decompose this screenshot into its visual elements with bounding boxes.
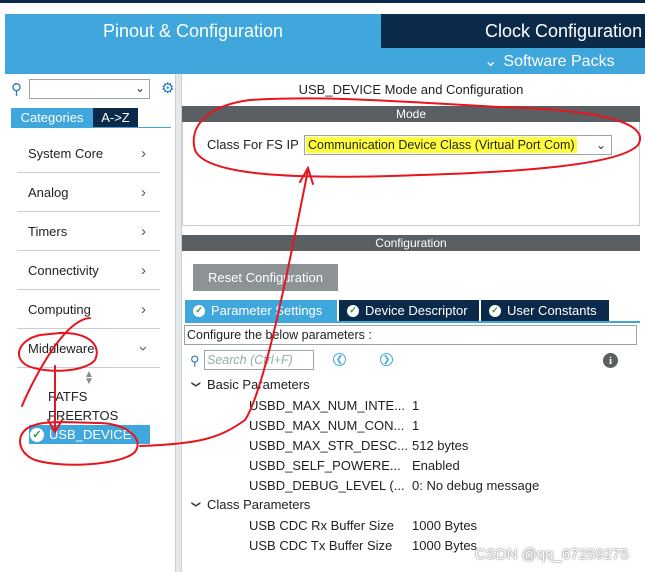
configuration-section-header: Configuration [182, 235, 640, 251]
search-dropdown[interactable]: ⌄ [29, 79, 150, 99]
sort-icon[interactable]: ▲ ▼ [84, 370, 94, 387]
expand-icon: ❯ [191, 380, 202, 389]
expand-icon: ❯ [191, 500, 202, 509]
configure-parameters-text: Configure the below parameters : [184, 325, 637, 345]
tab-categories[interactable]: Categories [11, 108, 93, 127]
reset-configuration-button[interactable]: Reset Configuration [193, 264, 338, 291]
category-system-core[interactable]: System Core › [17, 135, 160, 173]
gear-icon[interactable]: ⚙ [161, 79, 174, 97]
group-basic-parameters[interactable]: ❯ Basic Parameters [190, 377, 310, 392]
tab-parameter-settings[interactable]: ✓ Parameter Settings [185, 300, 337, 321]
param-value[interactable]: 1000 Bytes [412, 538, 477, 553]
software-packs-label: Software Packs [503, 53, 615, 70]
param-name[interactable]: USBD_MAX_NUM_CON... [249, 418, 404, 433]
param-name[interactable]: USBD_DEBUG_LEVEL (... [249, 478, 405, 493]
tab-label: Device Descriptor [365, 303, 468, 318]
previous-result-icon[interactable]: ❮ [333, 353, 346, 366]
param-value[interactable]: 512 bytes [412, 438, 468, 453]
category-computing[interactable]: Computing › [17, 291, 160, 329]
chevron-right-icon: › [141, 223, 146, 240]
parameter-search-input[interactable]: Search (Ctrl+F) [204, 350, 314, 370]
info-icon[interactable]: i [603, 353, 618, 368]
tab-clock-configuration[interactable]: Clock Configuration [381, 14, 645, 48]
category-label: Middleware [28, 341, 95, 356]
tab-pinout-configuration[interactable]: Pinout & Configuration [5, 14, 381, 48]
middleware-item-label: USB_DEVICE [49, 427, 132, 442]
software-packs-menu[interactable]: ⌄ Software Packs [484, 51, 615, 71]
group-label: Basic Parameters [207, 377, 310, 392]
param-name[interactable]: USB CDC Tx Buffer Size [249, 538, 392, 553]
category-connectivity[interactable]: Connectivity › [17, 252, 160, 290]
tab-user-constants[interactable]: ✓ User Constants [481, 300, 609, 321]
tab-label: Parameter Settings [211, 303, 323, 318]
group-label: Class Parameters [207, 497, 311, 512]
chevron-right-icon: › [141, 262, 146, 279]
chevron-right-icon: › [141, 184, 146, 201]
chevron-right-icon: › [141, 145, 146, 162]
tab-device-descriptor[interactable]: ✓ Device Descriptor [339, 300, 479, 321]
class-for-fs-ip-label: Class For FS IP [207, 137, 299, 152]
panel-splitter[interactable] [175, 74, 182, 572]
chevron-down-icon: ⌄ [484, 53, 498, 70]
class-select-value: Communication Device Class (Virtual Port… [306, 137, 577, 153]
param-value[interactable]: 1 [412, 398, 419, 413]
top-strip [0, 0, 645, 6]
param-value[interactable]: 0: No debug message [412, 478, 539, 493]
category-label: Connectivity [28, 263, 99, 278]
param-name[interactable]: USB CDC Rx Buffer Size [249, 518, 394, 533]
param-value[interactable]: Enabled [412, 458, 460, 473]
category-timers[interactable]: Timers › [17, 213, 160, 251]
category-label: Computing [28, 302, 91, 317]
category-middleware[interactable]: Middleware › [17, 330, 160, 368]
category-label: Timers [28, 224, 68, 239]
category-analog[interactable]: Analog › [17, 174, 160, 212]
param-value[interactable]: 1 [412, 418, 419, 433]
watermark: CSDN @qq_67259275 [475, 546, 629, 563]
check-icon: ✓ [489, 304, 501, 317]
chevron-down-icon: › [135, 346, 152, 351]
class-for-fs-ip-select[interactable]: Communication Device Class (Virtual Port… [304, 135, 612, 155]
search-icon: ⚲ [11, 81, 22, 98]
mode-config-title: USB_DEVICE Mode and Configuration [298, 82, 524, 97]
search-icon: ⚲ [190, 353, 200, 368]
chevron-down-icon: ⌄ [134, 81, 145, 95]
chevron-right-icon: › [141, 301, 146, 318]
chevron-down-icon: ⌄ [595, 138, 606, 152]
tab-underline [185, 321, 640, 323]
middleware-item-freertos[interactable]: FREERTOS [48, 408, 118, 423]
group-class-parameters[interactable]: ❯ Class Parameters [190, 497, 311, 512]
next-result-icon[interactable]: ❯ [380, 353, 393, 366]
category-label: Analog [28, 185, 69, 200]
tab-label: User Constants [507, 303, 597, 318]
param-name[interactable]: USBD_MAX_NUM_INTE... [249, 398, 405, 413]
check-icon: ✓ [193, 304, 205, 317]
param-name[interactable]: USBD_SELF_POWERE... [249, 458, 401, 473]
mode-section-header: Mode [182, 106, 640, 122]
param-name[interactable]: USBD_MAX_STR_DESC... [249, 438, 408, 453]
middleware-item-fatfs[interactable]: FATFS [48, 389, 87, 404]
category-label: System Core [28, 146, 104, 161]
param-value[interactable]: 1000 Bytes [412, 518, 477, 533]
check-icon: ✓ [347, 304, 359, 317]
tab-a-to-z[interactable]: A->Z [93, 108, 138, 127]
check-icon: ✓ [30, 427, 44, 442]
middleware-item-usb-device[interactable]: ✓ USB_DEVICE [29, 425, 150, 444]
tab-divider [11, 127, 171, 128]
